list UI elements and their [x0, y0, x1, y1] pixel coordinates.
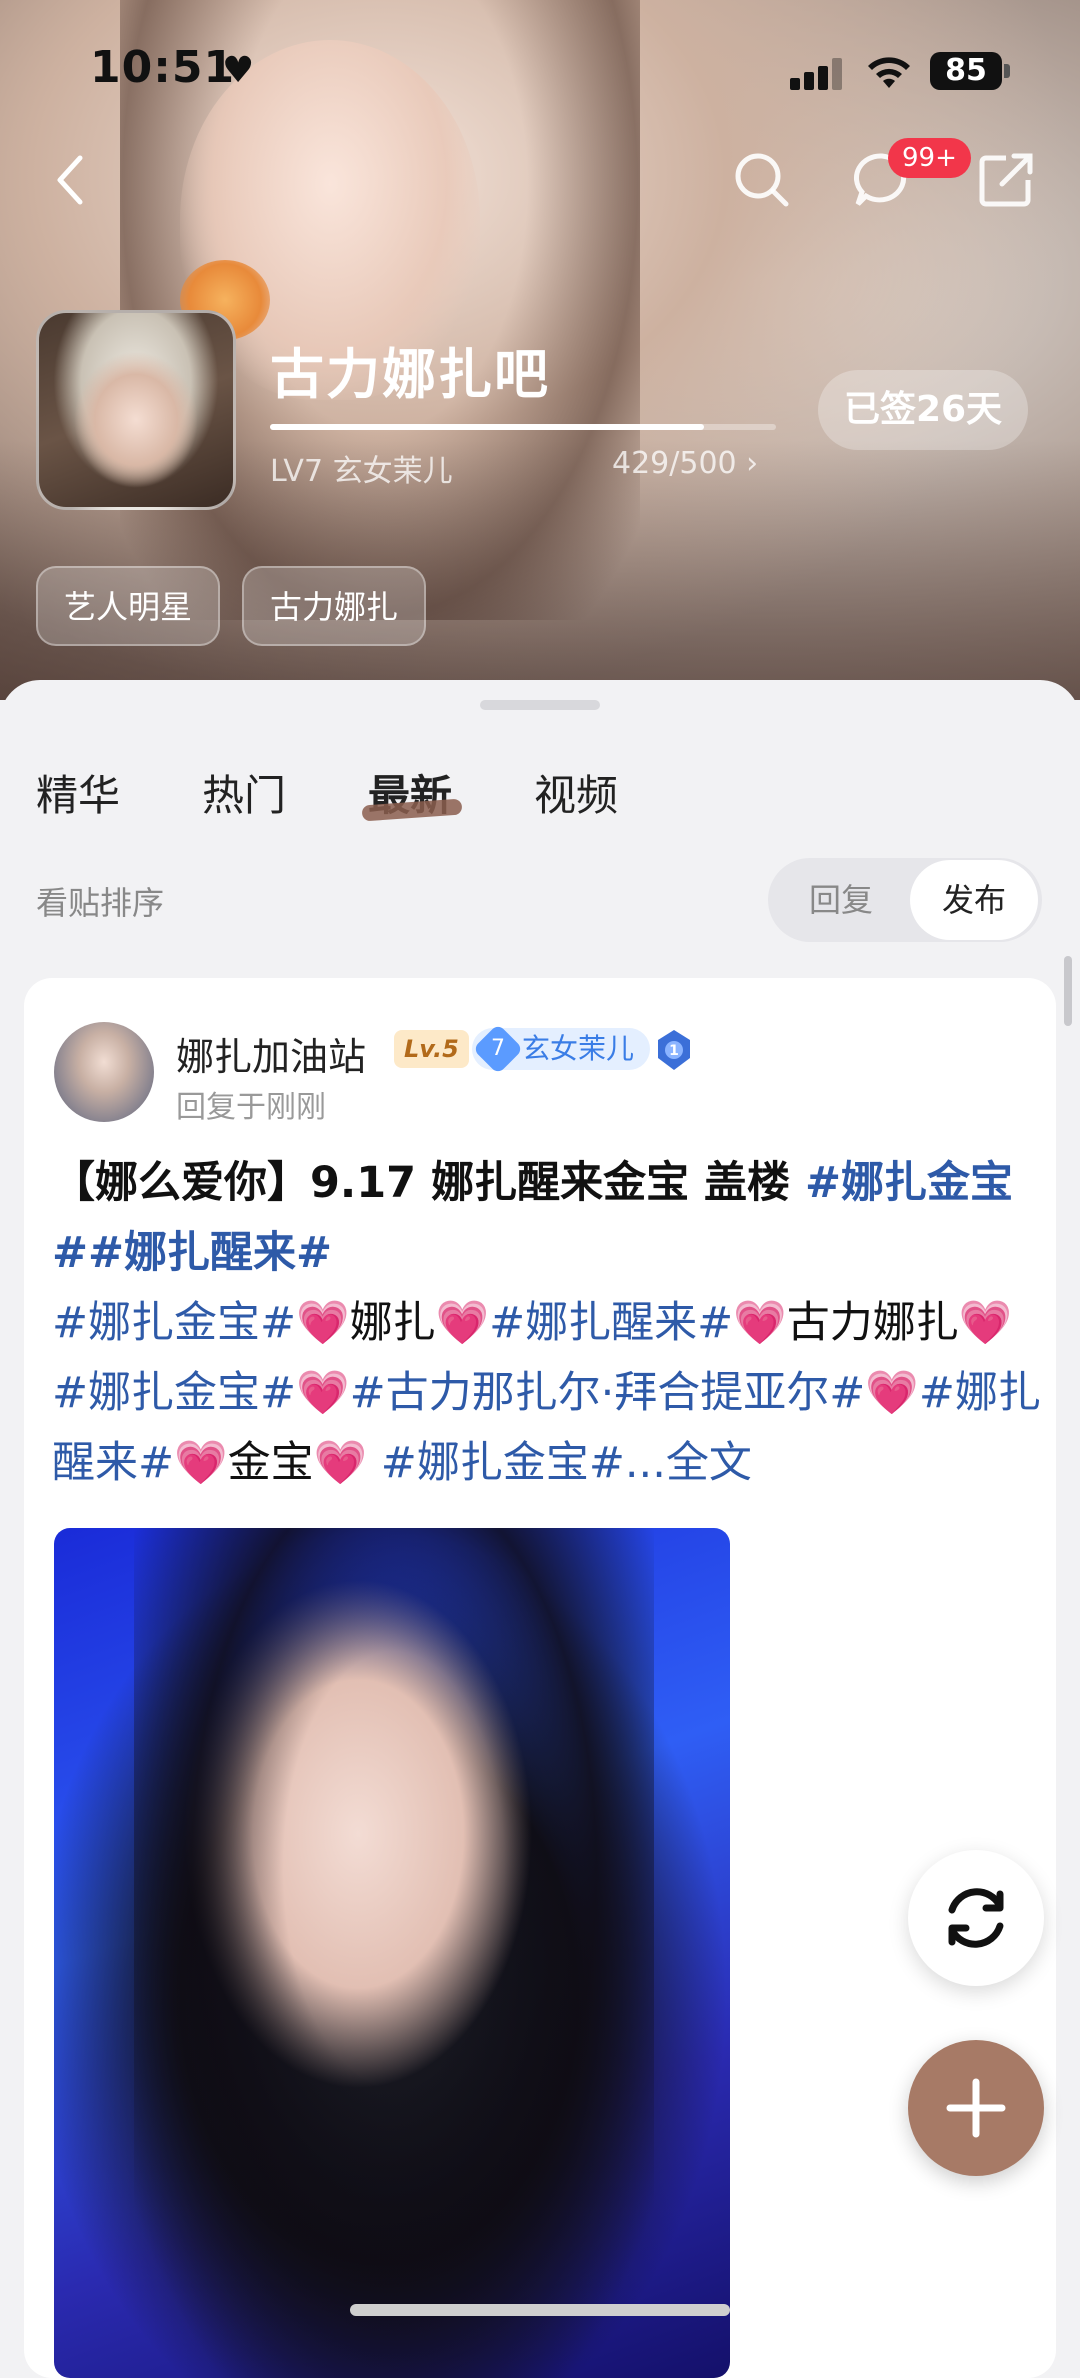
share-icon[interactable] [976, 150, 1036, 210]
reply-time: 回复于刚刚 [176, 1090, 326, 1125]
forum-avatar[interactable] [36, 310, 236, 510]
sort-label: 看贴排序 [36, 884, 165, 922]
fan-level-number: 7 [491, 1036, 505, 1061]
tab-remen[interactable]: 热门 [202, 762, 286, 823]
signin-button[interactable]: 已签26天 [818, 370, 1028, 450]
status-bar: 10:51 ♥ 85 [0, 0, 1080, 140]
hashtag[interactable]: #娜扎金宝# [367, 1438, 625, 1488]
scrollbar[interactable] [1064, 956, 1072, 1026]
post-content[interactable]: 【娜么爱你】9.17 娜扎醒来金宝 盖楼 #娜扎金宝# #娜扎醒来# #娜扎金宝#… [52, 1148, 1042, 1498]
medal-icon: 1 [658, 1030, 690, 1070]
sort-toggle: 回复 发布 [768, 858, 1042, 942]
post-text-fragment: 娜扎 [349, 1298, 436, 1348]
heart-emoji: 💗 [435, 1298, 490, 1348]
heart-emoji: 💗 [313, 1438, 368, 1488]
hashtag[interactable]: #娜扎金宝# [52, 1368, 296, 1418]
avatar[interactable] [54, 1022, 154, 1122]
plus-icon [946, 2078, 1006, 2138]
post-card[interactable]: 娜扎加油站 Lv.5 7 玄女茉儿 1 回复于刚刚 【娜么爱你】9.17 娜扎醒… [24, 978, 1056, 2378]
forum-tag[interactable]: 艺人明星 [36, 566, 221, 646]
tab-shipin[interactable]: 视频 [534, 762, 618, 823]
heart-emoji: 💗 [174, 1438, 228, 1488]
battery-tip [1004, 64, 1010, 78]
heart-emoji: 💗 [296, 1298, 350, 1348]
back-arrow-icon[interactable] [50, 150, 90, 210]
notification-badge: 99+ [888, 138, 971, 178]
home-indicator[interactable] [350, 2304, 730, 2316]
status-time: 10:51 [90, 42, 236, 93]
hashtag[interactable]: #娜扎金宝# [52, 1298, 296, 1348]
post-body: #娜扎金宝#💗娜扎💗#娜扎醒来#💗古力娜扎💗 #娜扎金宝#💗#古力那扎尔·拜合提… [52, 1298, 1041, 1488]
hashtag[interactable]: #古力那扎尔·拜合提亚尔# [350, 1368, 866, 1418]
member-level: LV7 玄女茉儿 [270, 454, 453, 489]
wifi-icon [868, 57, 910, 88]
hashtag[interactable]: #娜扎醒来# [489, 1298, 733, 1348]
level-progress-fill [270, 424, 705, 430]
fan-title-badge: 7 玄女茉儿 [472, 1023, 651, 1075]
heart-emoji: 💗 [733, 1298, 787, 1348]
level-progress-bar [270, 424, 776, 430]
heart-emoji: 💗 [296, 1368, 350, 1418]
post-title: 【娜么爱你】9.17 娜扎醒来金宝 盖楼 [52, 1158, 806, 1208]
add-post-button[interactable] [908, 2040, 1044, 2176]
search-icon[interactable] [732, 150, 792, 210]
post-author-name[interactable]: 娜扎加油站 [176, 1026, 366, 1081]
post-image[interactable] [54, 1528, 730, 2378]
forum-title: 古力娜扎吧 [270, 343, 550, 406]
sort-option-reply[interactable]: 回复 [776, 858, 906, 942]
fan-level-icon: 7 [472, 1023, 524, 1075]
svg-text:1: 1 [669, 1043, 679, 1059]
battery-indicator: 85 [930, 52, 1002, 90]
drag-handle[interactable] [480, 700, 600, 710]
forum-tag[interactable]: 古力娜扎 [242, 566, 427, 646]
level-progress-text[interactable]: 429/500 › [612, 446, 758, 481]
signal-icon [790, 56, 846, 90]
expand-full-text-link[interactable]: ...全文 [625, 1438, 752, 1488]
heart-icon: ♥ [222, 50, 255, 91]
heart-emoji: 💗 [865, 1368, 919, 1418]
heart-emoji: 💗 [958, 1298, 1013, 1348]
tab-jinghua[interactable]: 精华 [36, 762, 120, 823]
fan-title: 玄女茉儿 [522, 1032, 635, 1065]
post-text-fragment: 金宝 [227, 1438, 314, 1488]
refresh-button[interactable] [908, 1850, 1044, 1986]
post-text-fragment: 古力娜扎 [786, 1298, 959, 1348]
post-image-hair-shade [134, 1528, 654, 2378]
refresh-icon [948, 1888, 1004, 1948]
user-level-badge: Lv.5 [394, 1030, 469, 1068]
sort-option-publish[interactable]: 发布 [910, 860, 1038, 940]
